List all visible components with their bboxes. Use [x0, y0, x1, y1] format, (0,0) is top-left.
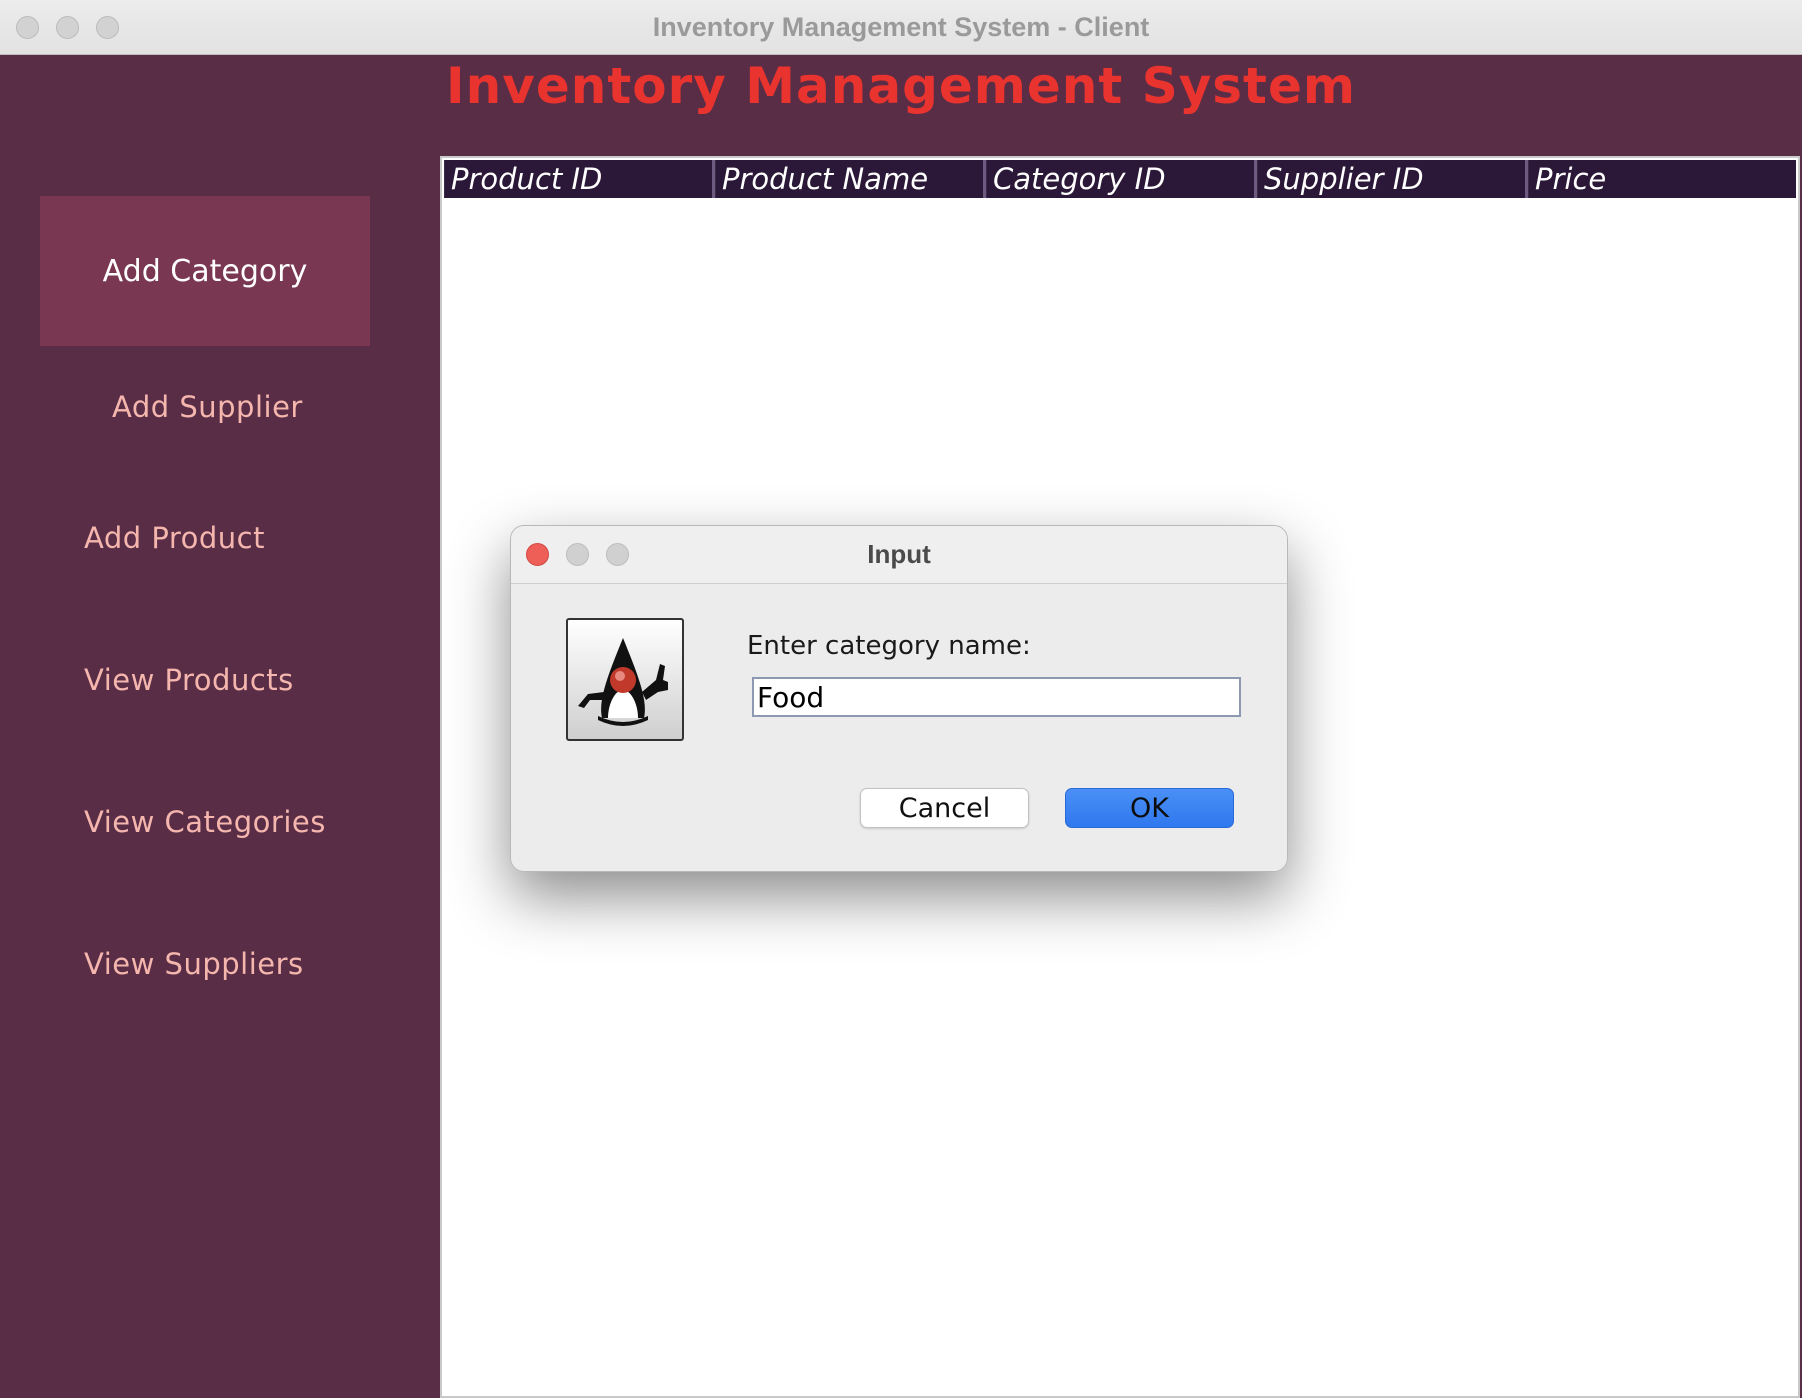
- column-header-category-id[interactable]: Category ID: [986, 160, 1257, 198]
- window-titlebar: Inventory Management System - Client: [0, 0, 1802, 55]
- cancel-button[interactable]: Cancel: [860, 788, 1029, 828]
- sidebar-item-add-supplier[interactable]: Add Supplier: [112, 390, 303, 424]
- sidebar-item-add-category[interactable]: Add Category: [40, 196, 370, 346]
- sidebar-item-view-products[interactable]: View Products: [84, 663, 294, 697]
- sidebar-item-view-categories[interactable]: View Categories: [84, 805, 326, 839]
- input-dialog: Input Enter category name: Cancel OK: [510, 525, 1288, 872]
- sidebar-item-view-suppliers[interactable]: View Suppliers: [84, 947, 304, 981]
- column-header-product-name[interactable]: Product Name: [715, 160, 986, 198]
- column-header-price[interactable]: Price: [1528, 160, 1796, 198]
- table-header: Product ID Product Name Category ID Supp…: [444, 160, 1796, 198]
- column-header-product-id[interactable]: Product ID: [444, 160, 715, 198]
- dialog-title: Input: [867, 539, 931, 569]
- sidebar-item-label: Add Category: [102, 253, 308, 289]
- sidebar-item-add-product[interactable]: Add Product: [84, 521, 265, 555]
- java-duke-icon: [566, 618, 684, 741]
- dialog-titlebar: Input: [511, 526, 1287, 584]
- ok-button[interactable]: OK: [1065, 788, 1234, 828]
- column-header-supplier-id[interactable]: Supplier ID: [1257, 160, 1528, 198]
- app-title: Inventory Management System: [446, 57, 1356, 115]
- category-name-input[interactable]: [752, 677, 1241, 717]
- window-title: Inventory Management System - Client: [652, 12, 1150, 42]
- dialog-prompt: Enter category name:: [747, 631, 1031, 661]
